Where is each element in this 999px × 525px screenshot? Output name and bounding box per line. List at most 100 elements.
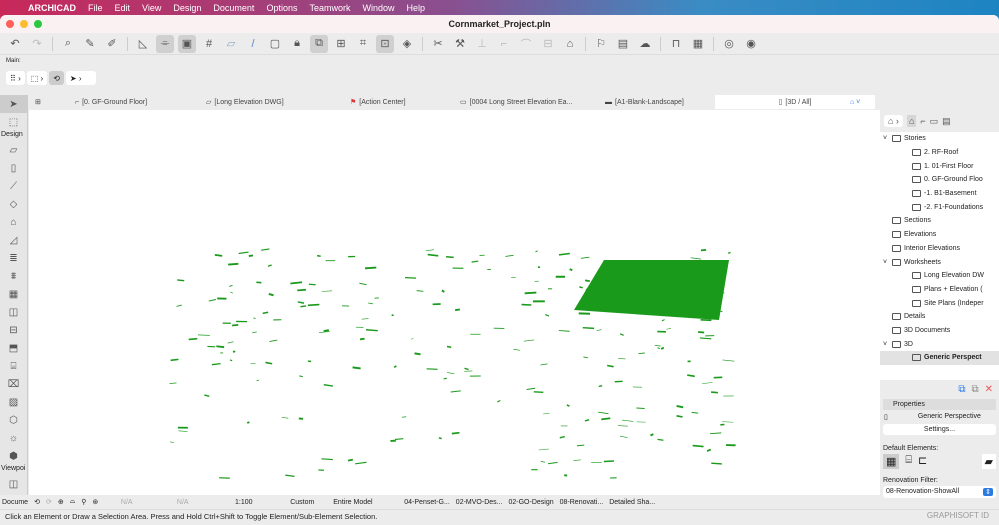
properties-header[interactable]: Properties — [883, 399, 996, 410]
morph-tool[interactable]: ⬡ — [0, 411, 27, 429]
tree-item[interactable]: 1. 01-First Floor — [880, 159, 999, 173]
menu-app[interactable]: ARCHICAD — [22, 3, 82, 13]
wall-default-icon[interactable]: ▦ — [883, 454, 900, 469]
menu-document[interactable]: Document — [207, 3, 260, 13]
zoom-out-icon[interactable]: ⟲ — [34, 498, 40, 506]
tree-item[interactable]: Elevations — [880, 228, 999, 242]
zoom-next-icon[interactable]: ⟳ — [46, 498, 52, 506]
orbit-icon[interactable]: ⌓ — [70, 498, 76, 506]
lock-icon[interactable]: 🔒︎ — [288, 35, 306, 53]
tree-item[interactable]: Details — [880, 310, 999, 324]
tab-long-street-elevation[interactable]: ▭ [0004 Long Street Elevation Ea... — [460, 98, 572, 107]
layer-icon[interactable]: ▢ — [266, 35, 284, 53]
renovation-field[interactable]: 08-Renovati... — [560, 499, 604, 506]
plane-icon[interactable]: ▱ — [222, 35, 240, 53]
beam-tool[interactable]: ⟋ — [0, 177, 27, 195]
tree-item[interactable]: Interior Elevations — [880, 242, 999, 256]
explode-icon[interactable]: ⊟ — [539, 35, 557, 53]
teamwork-icon[interactable]: ⧉ — [310, 34, 328, 53]
rotate-icon[interactable]: ⟲ — [49, 71, 64, 85]
redo-icon[interactable]: ↷ — [28, 35, 46, 53]
bimx-icon[interactable]: ◎ — [720, 35, 738, 53]
cloud-icon[interactable]: ☁ — [636, 35, 654, 53]
elevate-icon[interactable]: ⊥ — [473, 35, 491, 53]
tab-action-center[interactable]: ⚑ [Action Center] — [350, 98, 406, 107]
tree-item[interactable]: Sections — [880, 214, 999, 228]
find-select-icon[interactable]: ⌕ — [59, 35, 77, 53]
adjust-icon[interactable]: ⚒ — [451, 35, 469, 53]
disclosure-icon[interactable]: ˅ — [883, 259, 892, 266]
menu-edit[interactable]: Edit — [109, 3, 137, 13]
tree-item[interactable]: -2. F1-Foundations — [880, 200, 999, 214]
structure-display-field[interactable]: Detailed Sha... — [609, 499, 655, 506]
menu-design[interactable]: Design — [167, 3, 207, 13]
offset-icon[interactable]: ⌐ — [495, 35, 513, 53]
settings-button[interactable]: Settings... — [883, 424, 996, 435]
marquee-option-icon[interactable]: ⬚ › — [26, 71, 48, 85]
stair-tool[interactable]: ≣ — [0, 249, 27, 267]
menu-view[interactable]: View — [136, 3, 167, 13]
wall-tool[interactable]: ▱ — [0, 141, 27, 159]
roof-tool[interactable]: ⌂ — [0, 213, 27, 231]
split-icon[interactable]: ✂ — [429, 35, 447, 53]
window-tool[interactable]: ⊟ — [0, 321, 27, 339]
tab-long-elevation[interactable]: ▱ [Long Elevation DWG] — [206, 98, 284, 107]
tree-item[interactable]: 2. RF-Roof — [880, 146, 999, 160]
dimension-icon[interactable]: ⊞ — [332, 35, 350, 53]
delete-icon[interactable]: ✕ — [985, 384, 993, 395]
eyedropper-icon[interactable]: ✎ — [81, 35, 99, 53]
disclosure-icon[interactable]: ˅ — [883, 341, 892, 348]
syringe-icon[interactable]: ✐ — [103, 35, 121, 53]
column-tool[interactable]: ▯ — [0, 159, 27, 177]
door-tool[interactable]: ◫ — [0, 303, 27, 321]
fillet-icon[interactable]: ⌒ — [517, 35, 535, 53]
tree-item[interactable]: -1. B1-Basement — [880, 187, 999, 201]
tree-item[interactable]: ˅ Worksheets — [880, 255, 999, 269]
tree-item[interactable]: Generic Perspect — [880, 351, 999, 365]
publish-icon[interactable]: ▤ — [614, 35, 632, 53]
trim-icon[interactable]: ⌗ — [354, 35, 372, 53]
tab-layout-toggle[interactable]: ⊞ — [35, 98, 41, 106]
view-settings-icon[interactable]: ⊓ — [667, 35, 685, 53]
tree-item[interactable]: ˅ Stories — [880, 132, 999, 146]
fit-icon[interactable]: ⊛ — [92, 498, 98, 506]
new-viewpoint-icon[interactable]: ⧉ — [958, 384, 965, 395]
menu-window[interactable]: Window — [356, 3, 400, 13]
tree-item[interactable]: ˅ 3D — [880, 337, 999, 351]
cube-tool[interactable]: ⬢ — [0, 447, 27, 465]
menu-teamwork[interactable]: Teamwork — [303, 3, 356, 13]
object-default-icon[interactable]: ⌸ — [905, 454, 912, 469]
layer-combo-field[interactable]: Custom — [277, 499, 327, 506]
3d-viewport[interactable] — [29, 110, 880, 508]
tab-ground-floor[interactable]: ⌐ [0. GF-Ground Floor] — [75, 99, 147, 106]
arrow-tool-icon[interactable]: ➤ › — [65, 71, 96, 85]
walk-icon[interactable]: ⚲ — [81, 498, 86, 506]
marquee-tool[interactable]: ⬚ — [0, 113, 27, 131]
camera-tool[interactable]: ◫ — [0, 475, 27, 493]
roof-icon[interactable]: ⌂ — [561, 35, 579, 53]
nav-field-2[interactable]: N/A — [155, 499, 210, 506]
view-map-icon[interactable]: ⌐ — [920, 116, 925, 126]
shell-tool[interactable]: ◿ — [0, 231, 27, 249]
favorites-icon[interactable]: ▰ — [981, 454, 996, 469]
object-tool[interactable]: ⌸ — [0, 357, 27, 375]
graphisoft-id[interactable]: GRAPHISOFT ID — [927, 511, 989, 520]
scale-field[interactable]: 1:100 — [216, 499, 271, 506]
share-icon[interactable]: ◉ — [742, 35, 760, 53]
menu-options[interactable]: Options — [260, 3, 303, 13]
clone-icon[interactable]: ⧉ — [971, 384, 978, 395]
penset-field[interactable]: 04-Penset-G... — [404, 499, 450, 506]
renovation-filter-select[interactable]: 08-Renovation-ShowAll ⇕ — [883, 486, 996, 498]
slab-tool[interactable]: ◇ — [0, 195, 27, 213]
line-icon[interactable]: / — [244, 35, 262, 53]
lamp-tool[interactable]: ☼ — [0, 429, 27, 447]
stair-default-icon[interactable]: ⊏ — [918, 454, 927, 469]
render-icon[interactable]: ▦ — [689, 35, 707, 53]
menu-help[interactable]: Help — [401, 3, 432, 13]
tab-a1-blank[interactable]: ▬ [A1-Blank-Landscape] — [605, 99, 684, 106]
grid-snap-icon[interactable]: # — [200, 35, 218, 53]
project-map-icon[interactable]: ⌂ — [906, 115, 917, 127]
tree-item[interactable]: Site Plans (Indeper — [880, 296, 999, 310]
publisher-icon[interactable]: ▤ — [942, 116, 951, 127]
guide-lines-icon[interactable]: ◺ — [134, 35, 152, 53]
